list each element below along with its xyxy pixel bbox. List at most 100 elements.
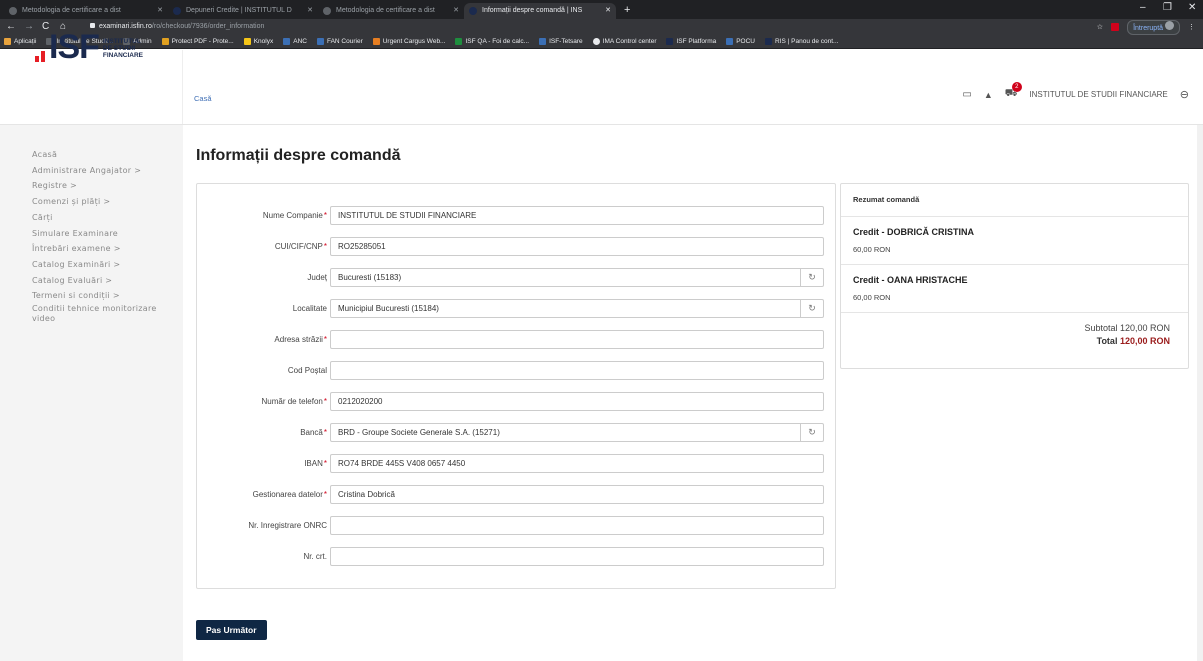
bookmark-label: ANC [293,38,307,45]
refresh-icon[interactable]: ↻ [800,300,823,317]
scrollbar[interactable] [1197,125,1203,661]
order-form: Nume Companie* INSTITUTUL DE STUDII FINAN… [196,183,836,589]
close-tab-icon[interactable]: ✕ [307,3,313,19]
iban-input[interactable]: RO74 BRDE 445S V408 0657 4450 [330,454,824,473]
form-row-cod-postal: Cod Poștal [197,361,835,381]
org-name[interactable]: INSTITUTUL DE STUDII FINANCIARE [1029,90,1167,99]
bookmark-item[interactable]: Knolyx [243,38,273,45]
bookmark-item[interactable]: ISF-Tetsare [539,38,583,45]
url-field[interactable]: examinari.isfin.ro/ro/checkout/7936/orde… [90,20,1090,34]
forward-icon[interactable]: → [24,20,34,34]
browser-tab[interactable]: Depuneri Credite | INSTITUTUL D ✕ [168,3,318,19]
required-mark: * [323,397,327,406]
label-text: Gestionarea datelor [252,490,323,499]
company-name-input[interactable]: INSTITUTUL DE STUDII FINANCIARE [330,206,824,225]
site-icon [765,38,772,45]
refresh-icon[interactable]: ↻ [800,269,823,286]
bank-select[interactable]: BRD - Groupe Societe Generale S.A. (1527… [330,423,824,442]
tab-title: Metodologia de certificare a dist [22,7,121,14]
sidebar-item-intrebari-examene[interactable]: Întrebări examene > [0,241,183,257]
star-icon[interactable]: ☆ [1097,23,1103,31]
close-tab-icon[interactable]: ✕ [453,3,459,19]
bookmark-item[interactable]: Urgent Cargus Web... [372,38,446,45]
browser-tab[interactable]: Metodologia de certificare a dist ✕ [318,3,464,19]
sidebar-item-conditii-tehnice-cont[interactable]: video [0,314,183,324]
sidebar-item-catalog-evaluari[interactable]: Catalog Evaluări > [0,273,183,289]
postal-code-input[interactable] [330,361,824,380]
bookmark-item[interactable]: Aplicații [4,38,36,45]
user-icon[interactable]: ⊖ [1180,88,1189,101]
sidebar-item-termeni-conditii[interactable]: Termeni si condiții > [0,288,183,304]
logo-sub-line: INSTITUTUL [102,38,141,45]
close-tab-icon[interactable]: ✕ [157,3,163,19]
bookmark-item[interactable]: POCU [726,38,755,45]
localitate-select[interactable]: Municipiul Bucuresti (15184) ↻ [330,299,824,318]
required-mark: * [323,428,327,437]
form-row-gestionarea: Gestionarea datelor* Cristina Dobrică [197,485,835,505]
phone-input[interactable]: 0212020200 [330,392,824,411]
nr-crt-input[interactable] [330,547,824,566]
sidebar-item-simulare-examinare[interactable]: Simulare Examinare [0,226,183,242]
required-mark: * [323,459,327,468]
field-label: IBAN* [304,459,327,468]
extension-icon[interactable] [1111,23,1120,31]
bookmark-item[interactable]: Protect PDF - Prote... [161,38,234,45]
bookmark-item[interactable]: RIS | Panou de cont... [765,38,838,45]
sidebar-item-registre[interactable]: Registre > [0,178,183,194]
bookmark-item[interactable]: ANC [283,38,307,45]
bookmark-label: POCU [736,38,755,45]
menu-icon[interactable]: ⋮ [1188,23,1195,31]
data-manager-input[interactable]: Cristina Dobrică [330,485,824,504]
refresh-icon[interactable]: ↻ [800,424,823,441]
browser-tab[interactable]: Metodologia de certificare a dist ✕ [4,3,168,19]
summary-item: Credit - OANA HRISTACHE 60,00 RON [841,265,1188,313]
summary-heading: Rezumat comandă [841,184,1188,217]
form-row-onrc: Nr. Inregistrare ONRC [197,516,835,536]
bookmark-label: FAN Courier [326,38,363,45]
browser-tab-active[interactable]: Informații despre comandă | INS ✕ [464,3,616,19]
calendar-icon[interactable]: ▭ [962,89,971,100]
label-text: Bancă [300,428,323,437]
total-label: Total [1096,336,1118,346]
bookmark-item[interactable]: FAN Courier [316,38,363,45]
cart-button[interactable]: ⛟ 2 [1005,82,1022,101]
bookmark-item[interactable]: ISF QA - Foi de calc... [455,38,529,45]
close-window-icon[interactable]: ✕ [1188,2,1196,13]
tab-title: Informații despre comandă | INS [482,7,583,14]
summary-item: Credit - DOBRICĂ CRISTINA 60,00 RON [841,217,1188,265]
label-text: Nr. Inregistrare ONRC [248,521,327,530]
sidebar-item-conditii-tehnice[interactable]: Conditii tehnice monitorizare [0,304,183,314]
bookmark-item[interactable]: IMA Control center [592,38,656,45]
sidebar-item-comenzi-plati[interactable]: Comenzi și plăți > [0,194,183,210]
profile-paused-badge[interactable]: Întreruptă [1127,19,1180,35]
sidebar: Acasă Administrare Angajator > Registre … [0,125,183,661]
cart-count-badge: 2 [1011,82,1022,92]
back-icon[interactable]: ← [6,20,16,34]
site-icon [592,38,600,45]
judet-select[interactable]: Bucuresti (15183) ↻ [330,268,824,287]
bookmark-item[interactable]: ISF Platforma [666,38,716,45]
cui-input[interactable]: RO25285051 [330,237,824,256]
sidebar-item-acasa[interactable]: Acasă [0,147,183,163]
form-row-banca: Bancă* BRD - Groupe Societe Generale S.A.… [197,423,835,443]
total-amount: 120,00 RON [1119,336,1170,346]
onrc-input[interactable] [330,516,824,535]
next-step-button[interactable]: Pas Următor [196,620,267,640]
bell-icon[interactable]: ▲ [984,90,993,100]
breadcrumb[interactable]: Casă [194,94,212,103]
bookmark-label: Protect PDF - Prote... [171,38,234,45]
sidebar-item-administrare-angajator[interactable]: Administrare Angajator > [0,163,183,179]
isf-logo[interactable]: ISF INSTITUTUL DE STUDII FINANCIARE [35,28,143,64]
sidebar-item-carti[interactable]: Cărți [0,210,183,226]
required-mark: * [323,335,327,344]
street-address-input[interactable] [330,330,824,349]
minimize-icon[interactable]: – [1140,2,1146,13]
avatar [1165,20,1174,30]
sidebar-item-catalog-examinari[interactable]: Catalog Examinări > [0,257,183,273]
new-tab-icon[interactable]: + [624,3,630,17]
site-icon [372,38,380,45]
close-tab-icon[interactable]: ✕ [605,3,611,19]
bookmark-label: Aplicații [14,38,37,45]
maximize-icon[interactable]: ❐ [1163,2,1172,13]
bookmark-label: Urgent Cargus Web... [382,38,446,45]
